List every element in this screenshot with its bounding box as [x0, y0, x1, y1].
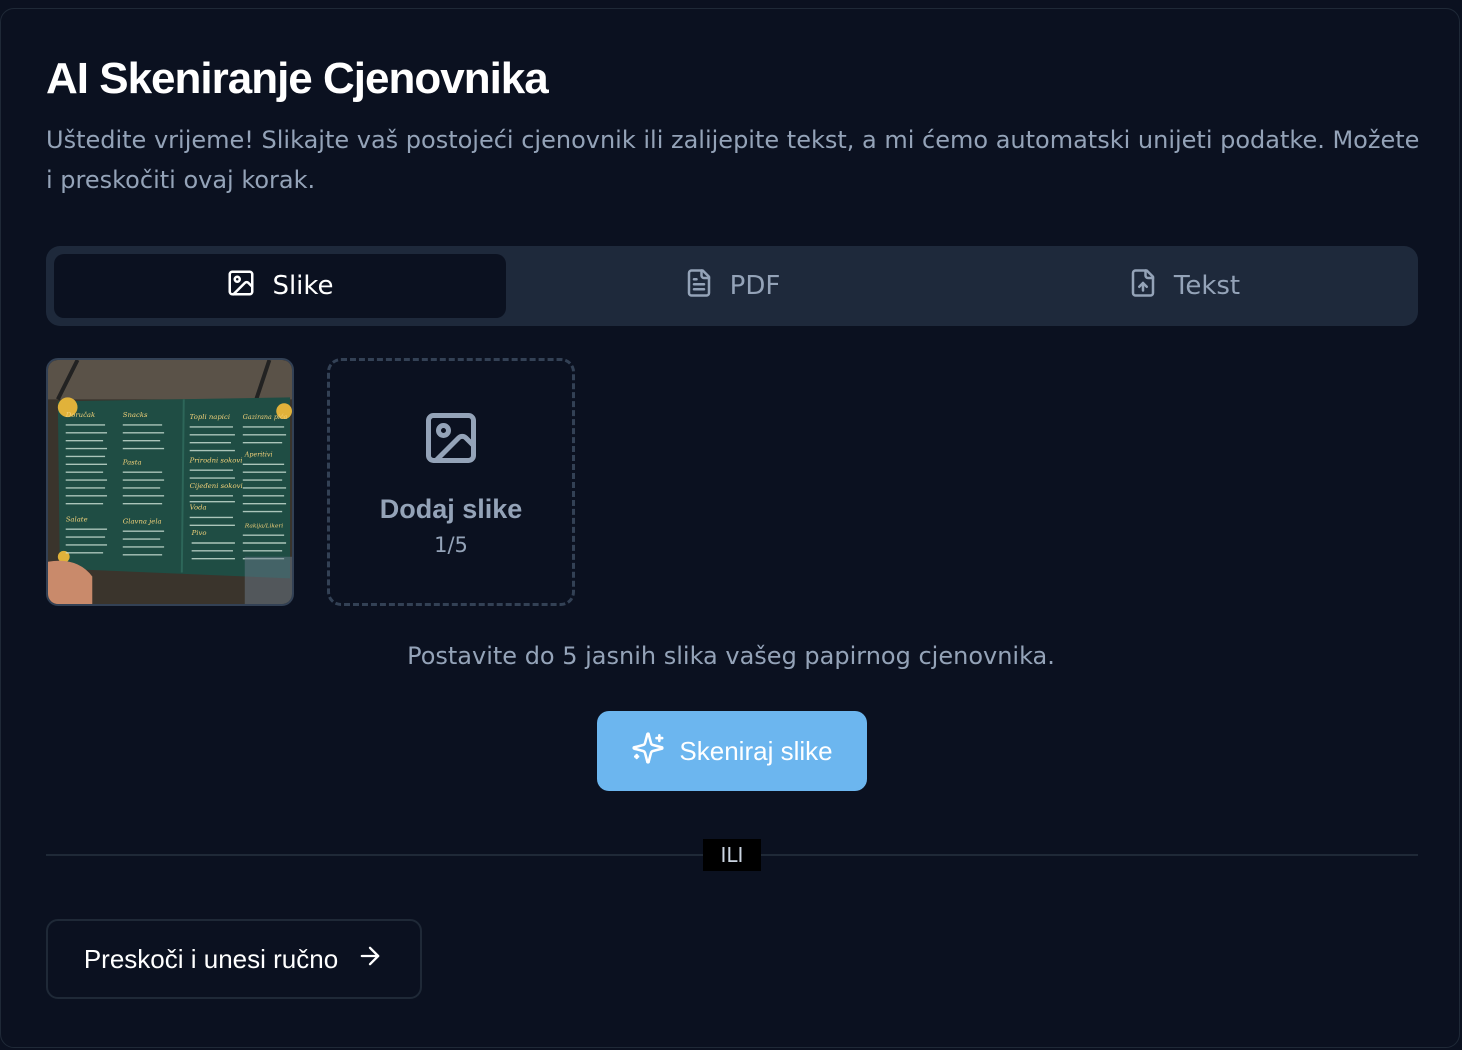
tab-slike[interactable]: Slike	[54, 254, 506, 318]
tab-tekst[interactable]: Tekst	[958, 254, 1410, 318]
menu-heading: Topli napici	[190, 413, 230, 421]
menu-heading: Glavna jela	[123, 517, 162, 525]
page-title: AI Skeniranje Cjenovnika	[46, 54, 549, 103]
image-icon	[226, 268, 256, 305]
add-images-label: Dodaj slike	[379, 493, 523, 524]
file-upload-icon	[1128, 268, 1158, 305]
menu-heading: Aperitivi	[244, 450, 273, 458]
image-count: 1/5	[434, 532, 468, 557]
skip-manual-entry-button[interactable]: Preskoči i unesi ručno	[46, 919, 422, 999]
tab-slike-label: Slike	[272, 271, 334, 301]
menu-heading: Pivo	[191, 529, 207, 537]
scan-images-button[interactable]: Skeniraj slike	[597, 711, 867, 791]
add-images-dropzone[interactable]: Dodaj slike 1/5	[327, 358, 575, 606]
menu-heading: Voda	[190, 504, 207, 512]
tab-tekst-label: Tekst	[1173, 271, 1241, 301]
menu-heading: Snacks	[123, 411, 148, 419]
scan-images-label: Skeniraj slike	[679, 735, 833, 766]
menu-heading: Rakija/Likeri	[244, 523, 284, 529]
menu-heading: Salate	[66, 515, 88, 523]
page-subtitle: Uštedite vrijeme! Slikajte vaš postojeći…	[46, 126, 1420, 194]
sparkles-icon	[631, 731, 665, 772]
uploaded-image-thumbnail[interactable]: Doručak Snacks Topli napici Gazirana pić…	[46, 358, 294, 606]
menu-photo: Doručak Snacks Topli napici Gazirana pić…	[48, 360, 292, 604]
file-text-icon	[684, 268, 714, 305]
menu-heading: Doručak	[65, 411, 95, 419]
menu-heading: Pasta	[122, 458, 142, 466]
upload-hint: Postavite do 5 jasnih slika vašeg papirn…	[407, 642, 1055, 670]
menu-heading: Prirodni sokovi	[189, 456, 243, 464]
arrow-right-icon	[356, 942, 384, 977]
skip-label: Preskoči i unesi ručno	[83, 943, 339, 974]
tab-pdf[interactable]: PDF	[506, 254, 958, 318]
tab-pdf-label: PDF	[729, 271, 781, 301]
source-tabs: Slike PDF Tekst	[46, 246, 1418, 326]
or-label: ILI	[703, 839, 761, 871]
menu-heading: Gazirana pića	[243, 413, 288, 421]
image-icon	[421, 408, 481, 494]
menu-heading: Cijeđeni sokovi	[190, 482, 243, 490]
